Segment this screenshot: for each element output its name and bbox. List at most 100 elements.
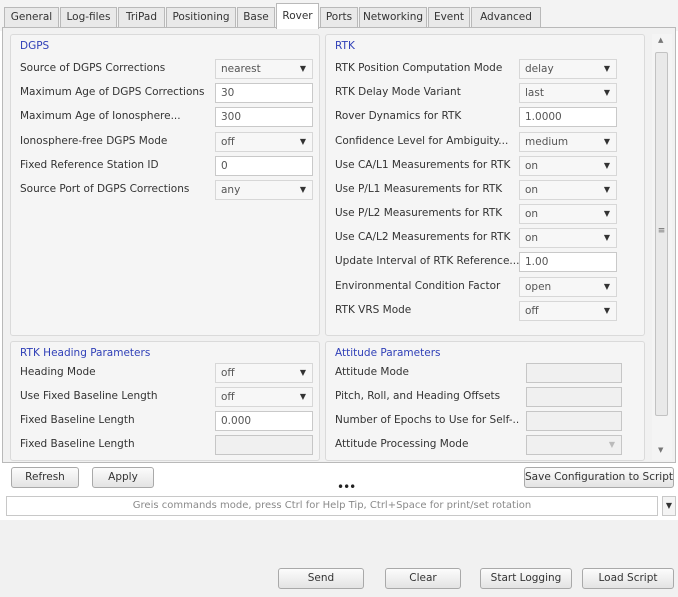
use-fixed-baseline-value: off: [221, 391, 235, 403]
chevron-down-icon: ▼: [603, 185, 610, 194]
rover-dynamics-input[interactable]: 1.0000: [519, 107, 617, 127]
chevron-down-icon: ▼: [603, 137, 610, 146]
ambiguity-confidence-select[interactable]: medium ▼: [519, 132, 617, 152]
use-ca-l1-select[interactable]: on ▼: [519, 156, 617, 176]
fixed-baseline-length-2-input: [215, 435, 313, 455]
use-fixed-baseline-select[interactable]: off ▼: [215, 387, 313, 407]
heading-mode-label: Heading Mode: [20, 366, 96, 378]
attitude-group: Attitude Parameters Attitude Mode Pitch,…: [325, 341, 645, 461]
apply-button[interactable]: Apply: [92, 467, 154, 488]
pane-splitter[interactable]: •••: [0, 480, 678, 494]
splitter-handle[interactable]: •••: [337, 480, 356, 494]
tab-log-files[interactable]: Log-files: [60, 7, 117, 28]
arrow-down-icon[interactable]: ▼: [658, 446, 663, 454]
start-logging-button[interactable]: Start Logging: [480, 568, 572, 589]
rtk-delay-variant-label: RTK Delay Mode Variant: [335, 86, 461, 98]
rtk-computation-mode-label: RTK Position Computation Mode: [335, 62, 503, 74]
tab-positioning[interactable]: Positioning: [166, 7, 236, 28]
dgps-source-value: nearest: [221, 63, 261, 75]
refresh-button[interactable]: Refresh: [11, 467, 79, 488]
rover-settings-panel: DGPS Source of DGPS Corrections nearest …: [2, 27, 676, 463]
ionosphere-max-age-label: Maximum Age of Ionosphere...: [20, 110, 181, 122]
use-p-l2-select[interactable]: on ▼: [519, 204, 617, 224]
use-ca-l1-value: on: [525, 160, 539, 172]
dgps-group: DGPS Source of DGPS Corrections nearest …: [10, 34, 320, 336]
reference-station-id-input[interactable]: 0: [215, 156, 313, 176]
ionosphere-max-age-input[interactable]: 300: [215, 107, 313, 127]
tab-event[interactable]: Event: [428, 7, 470, 28]
attitude-processing-mode-label: Attitude Processing Mode: [335, 438, 469, 450]
use-p-l2-label: Use P/L2 Measurements for RTK: [335, 207, 503, 219]
scrollbar-grip-icon: ≡: [657, 226, 666, 236]
ionosphere-free-mode-value: off: [221, 136, 235, 148]
rtk-computation-mode-value: delay: [525, 63, 554, 75]
tab-advanced[interactable]: Advanced: [471, 7, 541, 28]
fixed-baseline-length-input[interactable]: 0.000: [215, 411, 313, 431]
load-script-button[interactable]: Load Script: [582, 568, 674, 589]
use-fixed-baseline-label: Use Fixed Baseline Length: [20, 390, 158, 402]
heading-mode-value: off: [221, 367, 235, 379]
chevron-down-icon: ▼: [299, 64, 306, 73]
environment-factor-select[interactable]: open ▼: [519, 277, 617, 297]
command-history-button[interactable]: ▼: [662, 496, 676, 516]
tab-general[interactable]: General: [4, 7, 59, 28]
chevron-down-icon: ▼: [299, 392, 306, 401]
attitude-epochs-label: Number of Epochs to Use for Self-...: [335, 414, 519, 426]
dgps-source-select[interactable]: nearest ▼: [215, 59, 313, 79]
send-button[interactable]: Send: [278, 568, 364, 589]
arrow-up-icon[interactable]: ▲: [658, 36, 663, 44]
rtk-group-title: RTK: [335, 40, 355, 52]
fixed-baseline-length-2-label: Fixed Baseline Length: [20, 438, 135, 450]
attitude-offsets-label: Pitch, Roll, and Heading Offsets: [335, 390, 501, 402]
dgps-source-port-label: Source Port of DGPS Corrections: [20, 183, 190, 195]
use-p-l1-value: on: [525, 184, 539, 196]
dgps-max-age-input[interactable]: 30: [215, 83, 313, 103]
fixed-baseline-length-label: Fixed Baseline Length: [20, 414, 135, 426]
dgps-group-title: DGPS: [20, 40, 50, 52]
use-p-l2-value: on: [525, 208, 539, 220]
rtk-reference-interval-input[interactable]: 1.00: [519, 252, 617, 272]
chevron-down-icon: ▼: [603, 233, 610, 242]
tab-networking[interactable]: Networking: [359, 7, 427, 28]
attitude-group-title: Attitude Parameters: [335, 347, 441, 359]
rtk-vrs-mode-select[interactable]: off ▼: [519, 301, 617, 321]
rtk-delay-variant-value: last: [525, 87, 544, 99]
use-ca-l2-value: on: [525, 232, 539, 244]
use-ca-l2-label: Use CA/L2 Measurements for RTK: [335, 231, 511, 243]
dgps-max-age-label: Maximum Age of DGPS Corrections: [20, 86, 205, 98]
tab-tripad[interactable]: TriPad: [118, 7, 165, 28]
dgps-source-label: Source of DGPS Corrections: [20, 62, 166, 74]
scrollbar-thumb[interactable]: ≡: [655, 52, 668, 416]
tab-base[interactable]: Base: [237, 7, 275, 28]
use-ca-l2-select[interactable]: on ▼: [519, 228, 617, 248]
rtk-reference-interval-label: Update Interval of RTK Reference...: [335, 255, 519, 267]
rtk-heading-group-title: RTK Heading Parameters: [20, 347, 151, 359]
tab-rover[interactable]: Rover: [276, 3, 319, 29]
chevron-down-icon: ▼: [603, 306, 610, 315]
rtk-heading-group: RTK Heading Parameters Heading Mode off …: [10, 341, 320, 461]
environment-factor-label: Environmental Condition Factor: [335, 280, 501, 292]
use-ca-l1-label: Use CA/L1 Measurements for RTK: [335, 159, 511, 171]
attitude-mode-label: Attitude Mode: [335, 366, 409, 378]
save-configuration-button[interactable]: Save Configuration to Script: [524, 467, 674, 488]
rtk-computation-mode-select[interactable]: delay ▼: [519, 59, 617, 79]
ionosphere-free-mode-label: Ionosphere-free DGPS Mode: [20, 135, 168, 147]
rtk-vrs-mode-value: off: [525, 305, 539, 317]
dgps-source-port-select[interactable]: any ▼: [215, 180, 313, 200]
attitude-processing-mode-select: ▼: [526, 435, 622, 455]
heading-mode-select[interactable]: off ▼: [215, 363, 313, 383]
command-input[interactable]: Greis commands mode, press Ctrl for Help…: [6, 496, 658, 516]
ambiguity-confidence-value: medium: [525, 136, 569, 148]
ambiguity-confidence-label: Confidence Level for Ambiguity...: [335, 135, 509, 147]
use-p-l1-select[interactable]: on ▼: [519, 180, 617, 200]
tab-ports[interactable]: Ports: [320, 7, 358, 28]
settings-scrollbar[interactable]: ▲ ≡ ▼: [652, 34, 672, 460]
ionosphere-free-mode-select[interactable]: off ▼: [215, 132, 313, 152]
chevron-down-icon: ▼: [603, 88, 610, 97]
chevron-down-icon: ▼: [299, 368, 306, 377]
chevron-down-icon: ▼: [603, 209, 610, 218]
clear-button[interactable]: Clear: [385, 568, 461, 589]
chevron-down-icon: ▼: [608, 440, 615, 449]
rtk-group: RTK RTK Position Computation Mode delay …: [325, 34, 645, 336]
rtk-delay-variant-select[interactable]: last ▼: [519, 83, 617, 103]
